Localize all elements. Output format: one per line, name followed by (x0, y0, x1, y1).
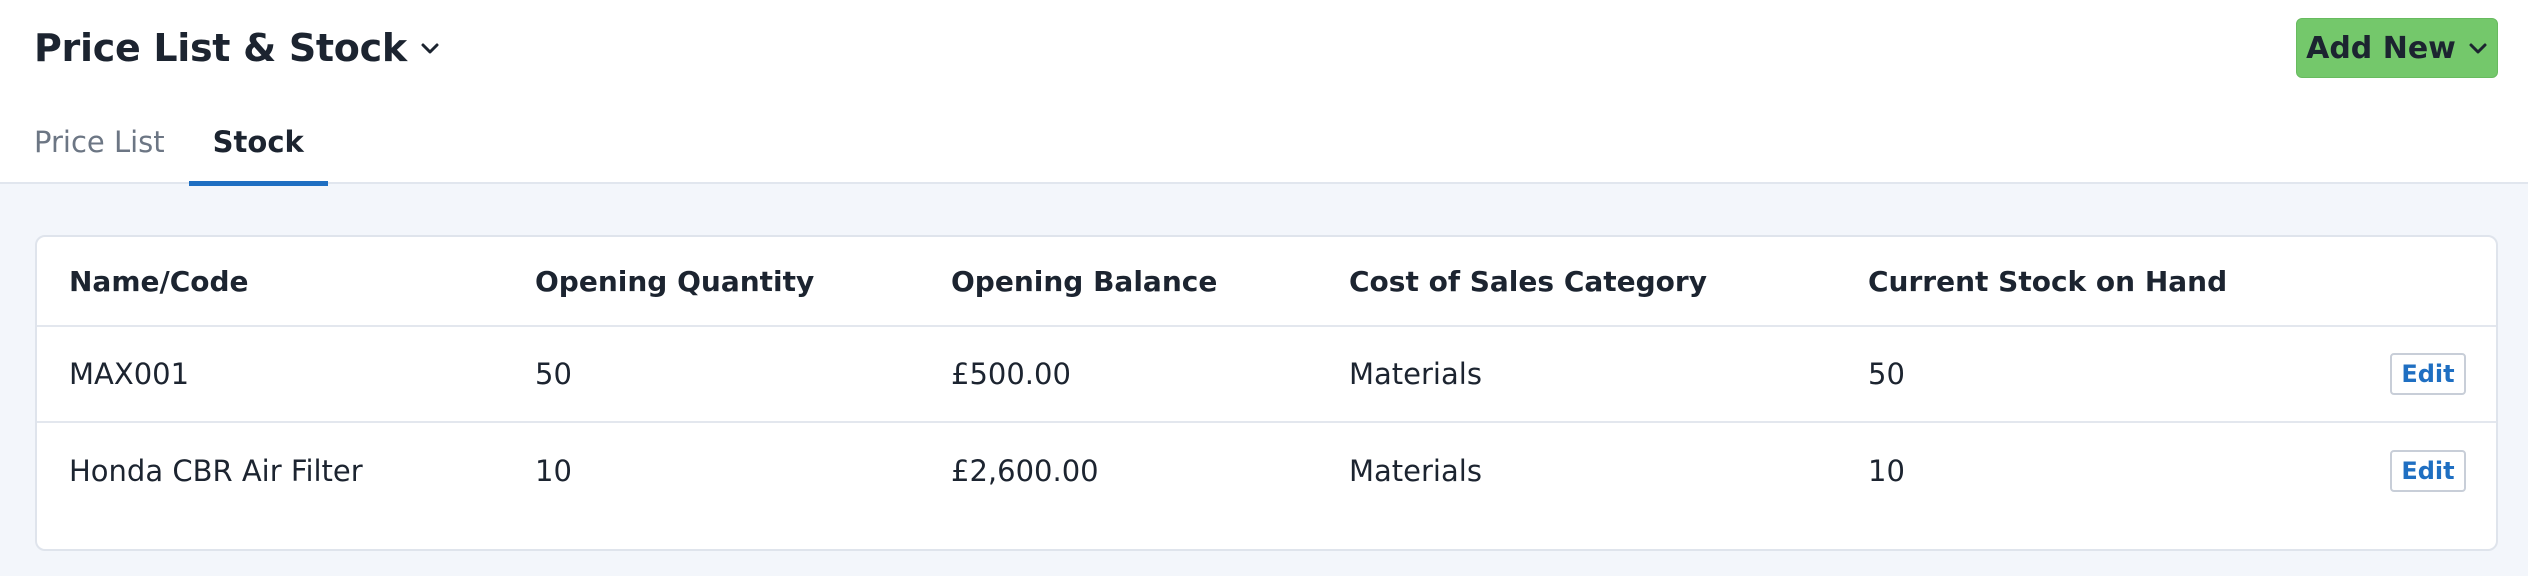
tab-price-list[interactable]: Price List (34, 118, 165, 184)
column-header-name-code: Name/Code (69, 264, 249, 298)
table-row: Honda CBR Air Filter 10 £2,600.00 Materi… (37, 423, 2496, 519)
add-new-label: Add New (2306, 30, 2456, 66)
cell-opening-quantity: 50 (535, 357, 572, 391)
table-row: MAX001 50 £500.00 Materials 50 Edit (37, 327, 2496, 423)
cell-name-code: Honda CBR Air Filter (69, 454, 363, 488)
cell-cost-of-sales-category: Materials (1349, 454, 1482, 488)
cell-action: Edit (2390, 423, 2466, 519)
page-title: Price List & Stock (34, 26, 407, 70)
tab-bar: Price List Stock (34, 118, 328, 186)
cell-cost-of-sales-category: Materials (1349, 357, 1482, 391)
cell-current-stock-on-hand: 50 (1868, 357, 1905, 391)
cell-action: Edit (2390, 327, 2466, 421)
cell-opening-balance: £2,600.00 (951, 454, 1099, 488)
edit-button[interactable]: Edit (2390, 450, 2466, 492)
cell-name-code: MAX001 (69, 357, 190, 391)
table-header-row: Name/Code Opening Quantity Opening Balan… (37, 237, 2496, 327)
cell-opening-balance: £500.00 (951, 357, 1071, 391)
page-header: Price List & Stock Add New Price List St… (0, 0, 2528, 186)
tab-stock[interactable]: Stock (188, 118, 328, 186)
column-header-current-stock-on-hand: Current Stock on Hand (1868, 264, 2228, 298)
add-new-button[interactable]: Add New (2296, 18, 2498, 78)
page-title-dropdown[interactable]: Price List & Stock (34, 26, 441, 70)
column-header-opening-balance: Opening Balance (951, 264, 1218, 298)
column-header-opening-quantity: Opening Quantity (535, 264, 815, 298)
chevron-down-icon (419, 37, 441, 59)
edit-button[interactable]: Edit (2390, 353, 2466, 395)
stock-table: Name/Code Opening Quantity Opening Balan… (35, 235, 2498, 551)
chevron-down-icon (2468, 38, 2488, 58)
cell-opening-quantity: 10 (535, 454, 572, 488)
cell-current-stock-on-hand: 10 (1868, 454, 1905, 488)
column-header-cost-of-sales-category: Cost of Sales Category (1349, 264, 1707, 298)
